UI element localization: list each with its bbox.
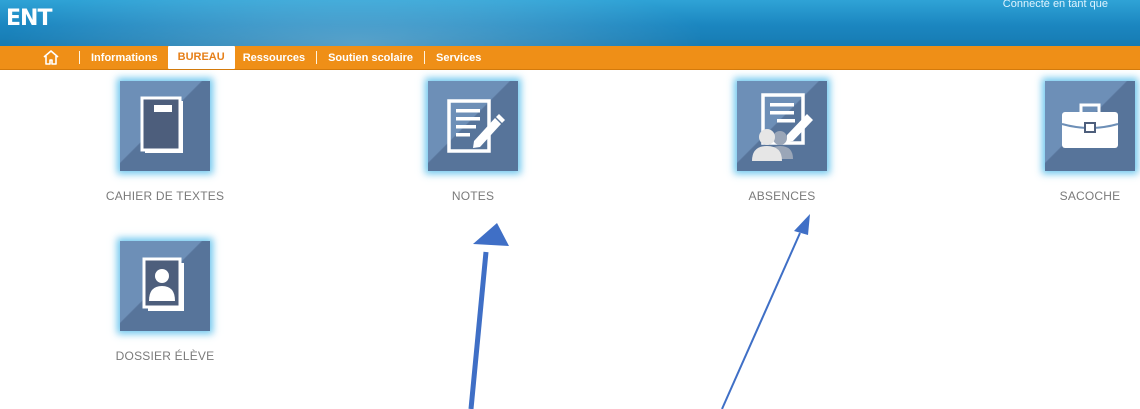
app-label: SACOCHE xyxy=(1059,189,1121,203)
absences-icon xyxy=(752,93,813,161)
menu-divider xyxy=(424,51,426,64)
menu-item-bureau[interactable]: BUREAU xyxy=(167,46,235,69)
menu-divider xyxy=(316,51,318,64)
app-tile[interactable] xyxy=(737,81,827,171)
main-menu: Informations BUREAU Ressources Soutien s… xyxy=(0,46,1140,70)
app-tile[interactable] xyxy=(120,81,210,171)
app-tile[interactable] xyxy=(1045,81,1135,171)
app-tile[interactable] xyxy=(120,241,210,331)
menu-item-services[interactable]: Services xyxy=(436,52,481,64)
student-file-icon xyxy=(142,257,184,311)
notes-icon xyxy=(447,99,505,153)
home-icon[interactable] xyxy=(42,49,60,66)
briefcase-icon xyxy=(1061,103,1119,148)
app-absences[interactable]: ABSENCES xyxy=(692,81,872,203)
notebook-icon xyxy=(140,96,183,153)
menu-divider xyxy=(79,51,80,64)
app-tile[interactable] xyxy=(428,81,518,171)
app-label: CAHIER DE TEXTES xyxy=(105,189,225,203)
app-label: NOTES xyxy=(451,189,495,203)
ent-logo[interactable]: ENT xyxy=(6,6,52,31)
menu-item-ressources[interactable]: Ressources xyxy=(243,52,305,64)
top-banner: ENT Connecté en tant que xyxy=(0,0,1140,46)
app-sacoche[interactable]: SACOCHE xyxy=(1000,81,1140,203)
app-cahier-de-textes[interactable]: CAHIER DE TEXTES xyxy=(75,81,255,203)
app-label: ABSENCES xyxy=(748,189,816,203)
app-notes[interactable]: NOTES xyxy=(383,81,563,203)
user-info: Connecté en tant que xyxy=(1002,0,1108,10)
arrow-to-notes xyxy=(468,223,509,409)
menu-item-soutien-scolaire[interactable]: Soutien scolaire xyxy=(328,52,413,64)
arrow-to-absences xyxy=(721,214,810,409)
app-label: DOSSIER ÉLÈVE xyxy=(115,349,215,363)
app-dossier-eleve[interactable]: DOSSIER ÉLÈVE xyxy=(75,241,255,363)
menu-item-informations[interactable]: Informations xyxy=(91,52,158,64)
